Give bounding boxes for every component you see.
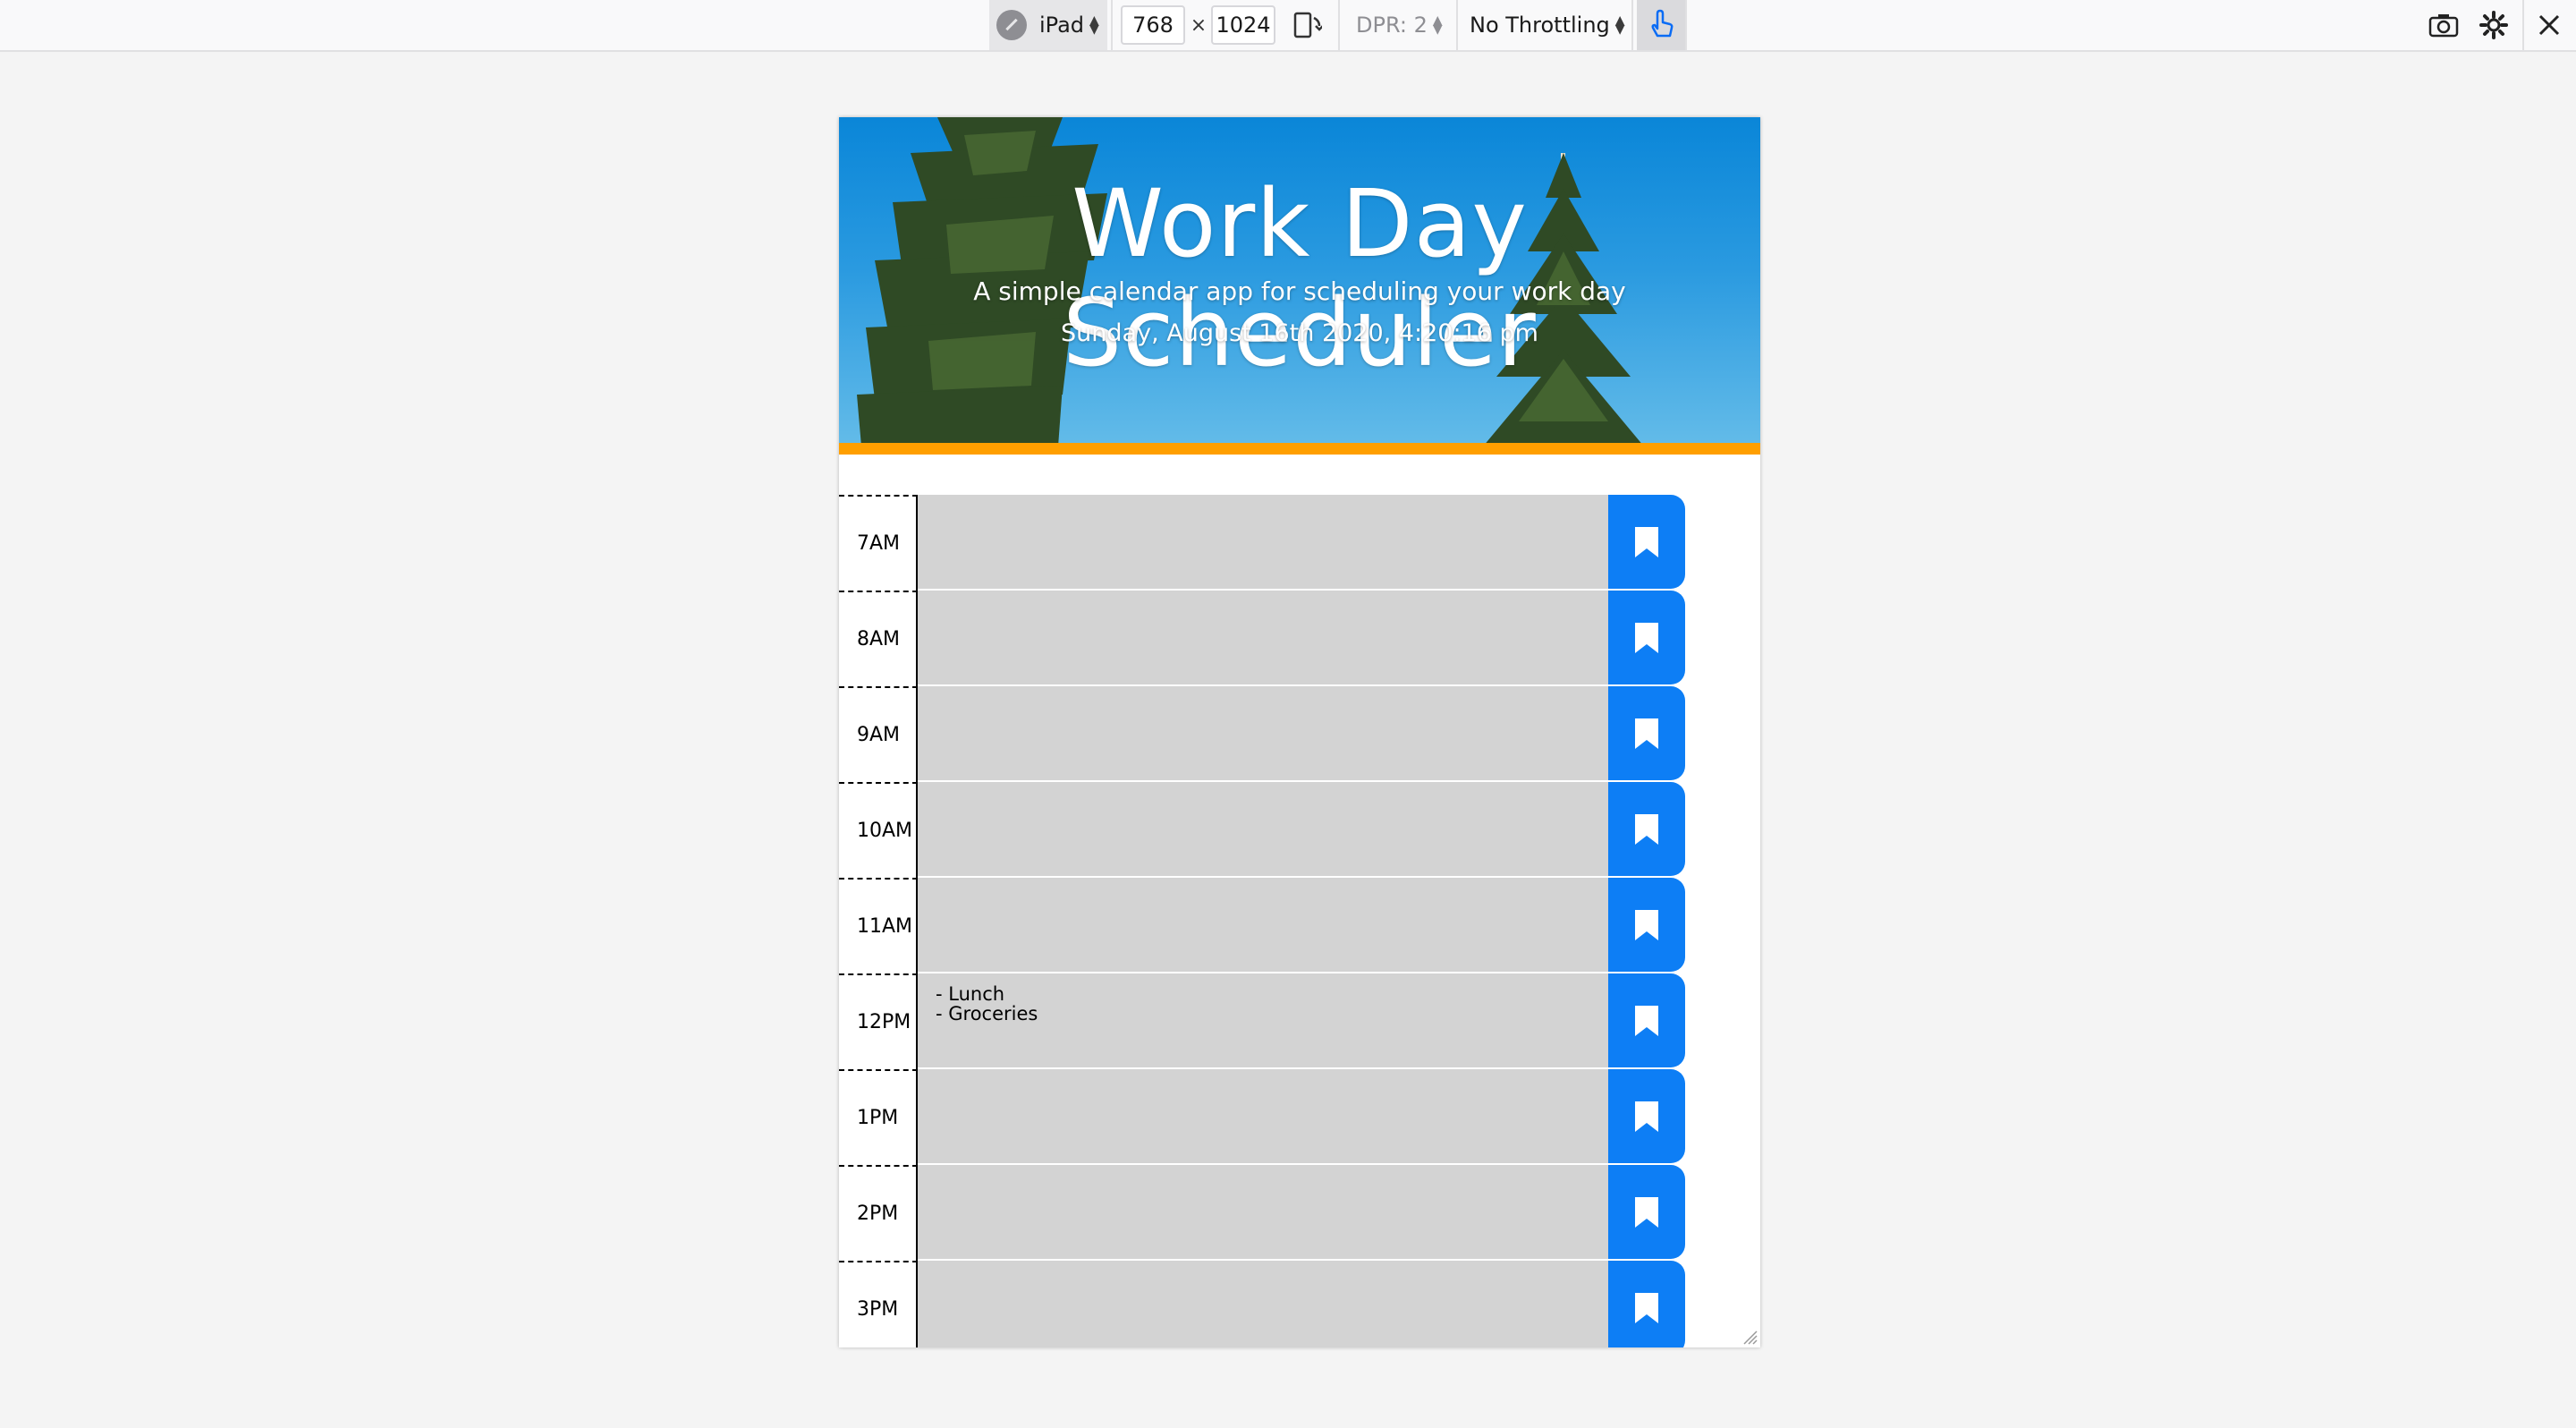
hour-label: 1PM — [839, 1069, 918, 1165]
time-block-list: 7AM 8AM 9AM 10AM 11AM 12PM - Lunch - Gro… — [839, 495, 1760, 1347]
toolbar-divider — [1631, 0, 1633, 50]
time-block: 1PM — [839, 1069, 1760, 1165]
device-type-icon — [996, 10, 1027, 40]
toolbar-divider — [1685, 0, 1687, 50]
time-block: 11AM — [839, 878, 1760, 973]
event-textarea[interactable] — [918, 591, 1608, 686]
device-viewport: Work Day Scheduler A simple calendar app… — [839, 117, 1760, 1347]
bookmark-icon — [1635, 1196, 1658, 1228]
save-button[interactable] — [1608, 878, 1685, 972]
throttling-selector-label: No Throttling — [1470, 13, 1610, 38]
bookmark-icon — [1635, 718, 1658, 749]
event-textarea[interactable] — [918, 686, 1608, 782]
device-selector[interactable]: iPad ▲ ▼ — [989, 0, 1107, 50]
page-subtitle: A simple calendar app for scheduling you… — [973, 276, 1626, 306]
event-textarea[interactable] — [918, 782, 1608, 878]
save-button[interactable] — [1608, 973, 1685, 1067]
device-selector-label: iPad — [1039, 13, 1085, 38]
save-button[interactable] — [1608, 591, 1685, 684]
screenshot-camera-icon[interactable] — [2426, 0, 2462, 50]
touch-simulation-button[interactable] — [1637, 0, 1685, 50]
bookmark-icon — [1635, 909, 1658, 940]
time-block: 10AM — [839, 782, 1760, 878]
hour-label: 12PM — [839, 973, 918, 1069]
viewport-height-input[interactable]: 1024 — [1211, 5, 1275, 45]
toolbar-divider — [2522, 0, 2524, 50]
hour-label: 3PM — [839, 1261, 918, 1347]
chevron-updown-icon: ▲ ▼ — [1432, 13, 1443, 37]
viewport-width-value: 768 — [1132, 13, 1174, 38]
header-accent-stripe — [839, 443, 1760, 455]
hour-label: 7AM — [839, 495, 918, 591]
bookmark-icon — [1635, 1101, 1658, 1132]
event-textarea[interactable] — [918, 495, 1608, 591]
bookmark-icon — [1635, 1005, 1658, 1036]
hour-label: 10AM — [839, 782, 918, 878]
viewport-height-value: 1024 — [1216, 13, 1271, 38]
settings-gear-icon[interactable] — [2476, 0, 2512, 50]
hour-label: 8AM — [839, 591, 918, 686]
bookmark-icon — [1635, 1292, 1658, 1323]
bookmark-icon — [1635, 813, 1658, 845]
throttling-selector[interactable]: No Throttling ▲ ▼ — [1470, 0, 1627, 50]
viewport-width-input[interactable]: 768 — [1121, 5, 1185, 45]
save-button[interactable] — [1608, 1261, 1685, 1347]
responsive-design-toolbar: iPad ▲ ▼ 768 × 1024 DPR: 2 ▲ ▼ No Throttli… — [0, 0, 2576, 52]
time-block: 8AM — [839, 591, 1760, 686]
time-block: 2PM — [839, 1165, 1760, 1261]
save-button[interactable] — [1608, 686, 1685, 780]
viewport-resize-handle[interactable] — [1742, 1330, 1758, 1346]
save-button[interactable] — [1608, 782, 1685, 876]
time-block: 7AM — [839, 495, 1760, 591]
touch-hand-icon — [1651, 9, 1674, 38]
hour-label: 2PM — [839, 1165, 918, 1261]
dpr-selector[interactable]: DPR: 2 ▲ ▼ — [1356, 0, 1454, 50]
chevron-updown-icon: ▲ ▼ — [1614, 13, 1625, 37]
bookmark-icon — [1635, 622, 1658, 653]
current-date: Sunday, August 16th 2020, 4:20:16 pm — [1061, 319, 1538, 347]
chevron-updown-icon: ▲ ▼ — [1089, 13, 1099, 37]
rotate-viewport-icon[interactable] — [1293, 0, 1322, 50]
time-block: 9AM — [839, 686, 1760, 782]
hour-label: 9AM — [839, 686, 918, 782]
save-button[interactable] — [1608, 495, 1685, 589]
event-textarea[interactable] — [918, 1069, 1608, 1165]
close-icon[interactable] — [2531, 0, 2567, 50]
event-textarea[interactable]: - Lunch - Groceries — [918, 973, 1608, 1069]
time-block: 3PM — [839, 1261, 1760, 1347]
bookmark-icon — [1635, 526, 1658, 557]
save-button[interactable] — [1608, 1165, 1685, 1259]
dpr-selector-label: DPR: 2 — [1356, 13, 1428, 38]
event-textarea[interactable] — [918, 1261, 1608, 1347]
header-jumbotron: Work Day Scheduler A simple calendar app… — [839, 117, 1760, 455]
hour-label: 11AM — [839, 878, 918, 973]
toolbar-divider — [1338, 0, 1340, 50]
dimension-separator: × — [1190, 13, 1208, 37]
event-textarea[interactable] — [918, 878, 1608, 973]
toolbar-divider — [1111, 0, 1113, 50]
toolbar-divider — [1456, 0, 1458, 50]
event-textarea[interactable] — [918, 1165, 1608, 1261]
save-button[interactable] — [1608, 1069, 1685, 1163]
time-block: 12PM - Lunch - Groceries — [839, 973, 1760, 1069]
